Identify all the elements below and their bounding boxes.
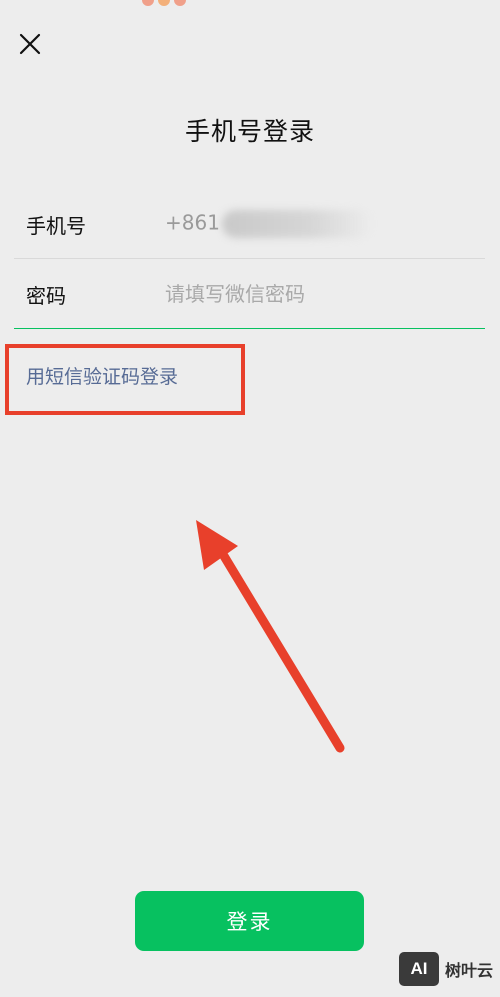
phone-blur-mask [221, 210, 372, 238]
phone-value: +861 [165, 210, 220, 235]
password-row: 密码 [14, 260, 485, 329]
login-button[interactable]: 登录 [135, 891, 364, 951]
status-icon [142, 0, 154, 6]
annotation-highlight-box [5, 344, 245, 415]
watermark: AI 树叶云 [399, 952, 493, 986]
password-input[interactable] [165, 282, 465, 306]
watermark-brand: 树叶云 [445, 961, 494, 980]
password-label: 密码 [26, 283, 66, 308]
close-icon [19, 33, 41, 55]
phone-field[interactable]: +861 [165, 210, 372, 238]
phone-row: 手机号 +861 [14, 190, 485, 259]
close-button[interactable] [14, 28, 46, 60]
status-bar [0, 0, 500, 6]
status-icon [174, 0, 186, 6]
status-icon [158, 0, 170, 6]
page-title: 手机号登录 [184, 117, 315, 146]
annotation-arrow [196, 520, 345, 753]
watermark-logo: AI [399, 952, 439, 986]
phone-label: 手机号 [26, 213, 86, 238]
